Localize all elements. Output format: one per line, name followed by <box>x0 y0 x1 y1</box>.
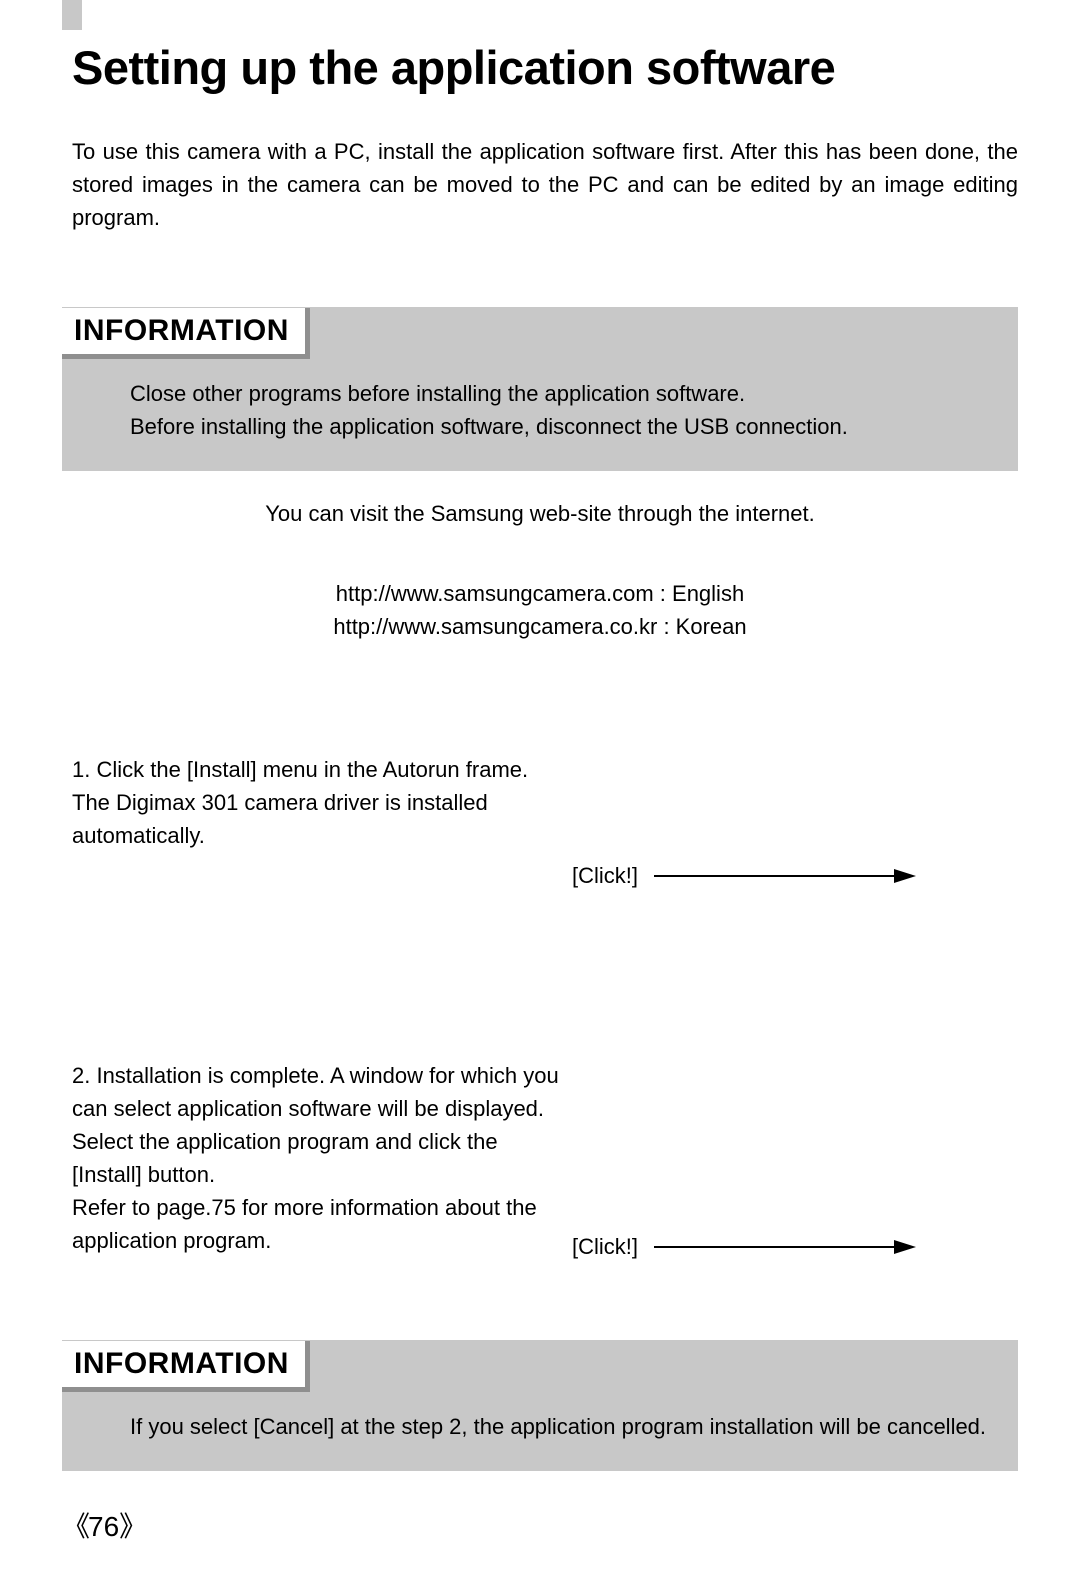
page-number: 76 <box>88 1511 119 1542</box>
info1-line1: Close other programs before installing t… <box>130 377 998 410</box>
info-heading-wrap: INFORMATION <box>62 308 310 359</box>
intro-paragraph: To use this camera with a PC, install th… <box>72 135 1018 234</box>
info-heading: INFORMATION <box>74 314 289 348</box>
website-section: You can visit the Samsung web-site throu… <box>72 501 1008 643</box>
page-tab-marker <box>62 0 82 30</box>
information-box-2: INFORMATION If you select [Cancel] at th… <box>62 1340 1018 1471</box>
info-heading-wrap: INFORMATION <box>62 1341 310 1392</box>
url-block: http://www.samsungcamera.com : English h… <box>72 577 1008 643</box>
info-body: If you select [Cancel] at the step 2, th… <box>130 1410 998 1443</box>
step-2: 2. Installation is complete. A window fo… <box>72 1059 1008 1260</box>
step-1: 1. Click the [Install] menu in the Autor… <box>72 753 1008 889</box>
step-2-click-row: [Click!] <box>572 1234 1008 1260</box>
information-box-1: INFORMATION Close other programs before … <box>62 307 1018 471</box>
arrow-icon <box>654 1240 916 1254</box>
manual-page: Setting up the application software To u… <box>0 0 1080 1585</box>
step-1-click-row: [Click!] <box>572 863 1008 889</box>
info1-line2: Before installing the application softwa… <box>130 410 998 443</box>
info-body: Close other programs before installing t… <box>130 377 998 443</box>
right-bracket-icon: 》 <box>119 1511 145 1542</box>
url-english: http://www.samsungcamera.com : English <box>72 577 1008 610</box>
steps-list: 1. Click the [Install] menu in the Autor… <box>72 753 1008 1260</box>
left-bracket-icon: 《 <box>62 1511 88 1542</box>
click-label: [Click!] <box>572 863 638 889</box>
page-number-footer: 《76》 <box>62 1505 145 1545</box>
step-2-text: 2. Installation is complete. A window fo… <box>72 1059 562 1257</box>
info-heading: INFORMATION <box>74 1347 289 1381</box>
page-title: Setting up the application software <box>72 40 1018 95</box>
click-label: [Click!] <box>572 1234 638 1260</box>
arrow-icon <box>654 869 916 883</box>
visit-text: You can visit the Samsung web-site throu… <box>72 501 1008 527</box>
url-korean: http://www.samsungcamera.co.kr : Korean <box>72 610 1008 643</box>
step-1-text: 1. Click the [Install] menu in the Autor… <box>72 753 562 852</box>
